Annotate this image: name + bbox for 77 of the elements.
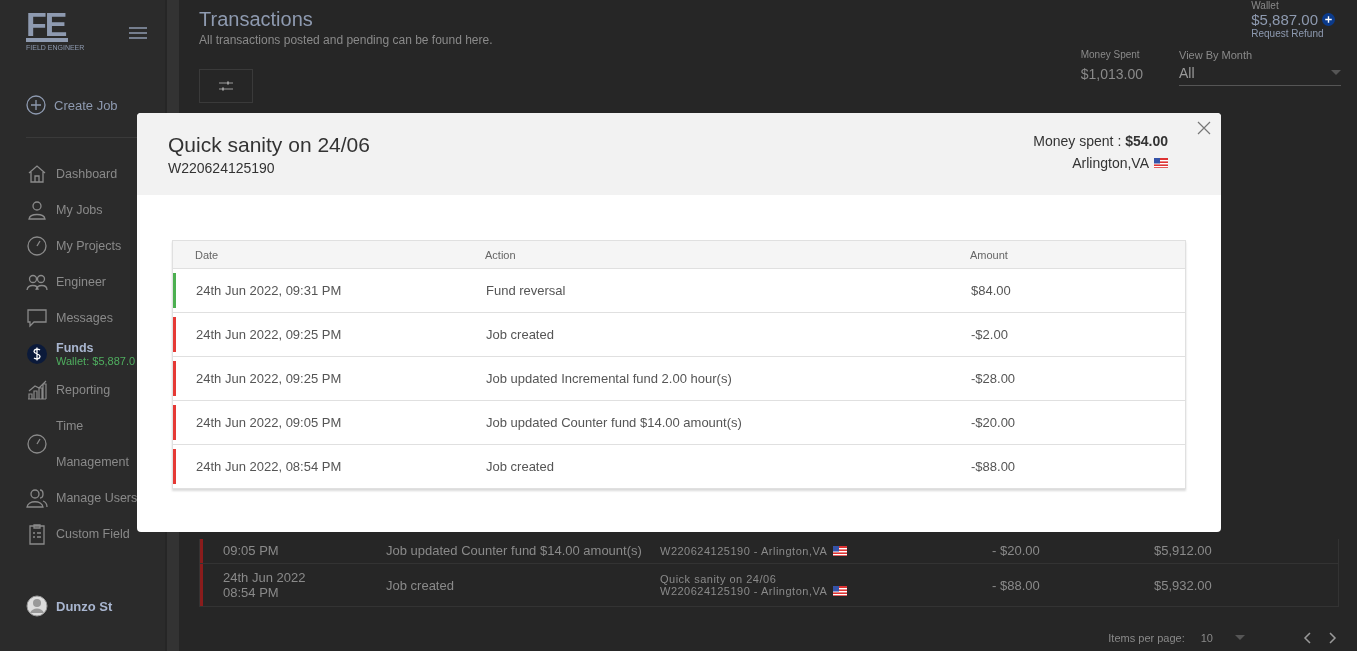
balance-text: $5,932.00 bbox=[1154, 577, 1213, 593]
house-icon bbox=[26, 163, 48, 185]
avatar-icon bbox=[26, 595, 48, 617]
action-cell-text: Job updated Incremental fund 2.00 hour(s) bbox=[485, 371, 733, 386]
nav-item[interactable]: Time Management bbox=[26, 408, 165, 480]
flag-icon bbox=[833, 586, 848, 596]
amount-cell-text: -$88.00 bbox=[970, 459, 1017, 474]
job-id: W220624125190 bbox=[168, 160, 276, 176]
clock-icon bbox=[26, 433, 48, 455]
action-text: Job created bbox=[386, 577, 455, 593]
date-text: 08:54 PM bbox=[223, 585, 280, 600]
job-text: Quick sanity on 24/06 bbox=[660, 573, 778, 585]
column-header: Action bbox=[484, 248, 517, 261]
amount-cell-text: -$28.00 bbox=[970, 371, 1017, 386]
action-cell-text: Fund reversal bbox=[485, 283, 567, 298]
page-title: Transactions bbox=[199, 8, 314, 31]
page-size-dropdown[interactable]: 10 bbox=[1194, 631, 1251, 645]
date-cell-text: 24th Jun 2022, 09:31 PM bbox=[195, 283, 343, 298]
date-cell-text: 24th Jun 2022, 09:05 PM bbox=[195, 415, 343, 430]
flag-icon bbox=[1154, 158, 1168, 168]
plus-circle-icon bbox=[26, 95, 46, 115]
sliders-icon bbox=[219, 80, 233, 92]
amount-text: - $20.00 bbox=[992, 543, 1041, 558]
user-name[interactable]: Dunzo St bbox=[56, 598, 113, 614]
flag-icon bbox=[833, 545, 848, 556]
items-per-page-label: Items per page: bbox=[1108, 632, 1185, 644]
money-spent-label: Money Spent bbox=[1080, 49, 1141, 60]
wallet-balance: Wallet: $5,887.0 bbox=[56, 355, 136, 367]
month-dropdown[interactable]: View By Month All bbox=[1179, 49, 1341, 86]
column-header: Amount bbox=[969, 248, 1009, 261]
clock-icon bbox=[26, 235, 48, 257]
nav-item[interactable]: My Jobs bbox=[26, 192, 165, 228]
action-cell-text: Job created bbox=[485, 327, 555, 342]
menu-icon[interactable] bbox=[129, 26, 147, 40]
amount-text: - $88.00 bbox=[992, 577, 1041, 593]
page-subtitle: All transactions posted and pending can be found here. bbox=[199, 33, 493, 47]
users-icon bbox=[26, 487, 48, 509]
money-spent-value: $1,013.00 bbox=[1080, 66, 1143, 82]
amount-cell-text: $84.00 bbox=[970, 283, 1012, 298]
nav-item[interactable]: Messages bbox=[26, 300, 165, 336]
balance-text: $5,912.00 bbox=[1154, 543, 1213, 558]
caret-icon bbox=[1331, 70, 1341, 76]
nav-item[interactable]: Custom Field bbox=[26, 516, 165, 552]
amount-cell-text: -$20.00 bbox=[970, 415, 1017, 430]
date-text: 24th Jun 2022 bbox=[223, 570, 307, 585]
job-text: W220624125190 - Arlington,VA bbox=[660, 585, 828, 597]
create-job-button[interactable]: Create Job bbox=[26, 95, 165, 115]
job-text: W220624125190 - Arlington,VA bbox=[660, 544, 828, 557]
nav-item[interactable]: Engineer bbox=[26, 264, 165, 300]
location-text: Arlington,VA bbox=[1072, 155, 1149, 171]
date-cell-text: 24th Jun 2022, 08:54 PM bbox=[195, 459, 343, 474]
caret-icon bbox=[1235, 635, 1245, 641]
nav-item[interactable]: Dashboard bbox=[26, 156, 165, 192]
date-text: 09:05 PM bbox=[223, 543, 280, 558]
request-refund-link[interactable]: Request Refund bbox=[1251, 28, 1324, 39]
nav-item[interactable]: Manage Users bbox=[26, 480, 165, 516]
nav-item[interactable]: My Projects bbox=[26, 228, 165, 264]
date-cell-text: 24th Jun 2022, 09:25 PM bbox=[195, 371, 343, 386]
wallet-amount: $5,887.00 bbox=[1251, 11, 1318, 28]
money-spent-text: Money spent : $54.00 bbox=[1033, 133, 1168, 149]
add-funds-icon[interactable] bbox=[1322, 13, 1335, 26]
column-header: Date bbox=[194, 248, 220, 261]
dialog-title: Quick sanity on 24/06 bbox=[168, 133, 370, 157]
dollar-icon bbox=[26, 343, 48, 365]
person-icon bbox=[26, 199, 48, 221]
action-cell-text: Job created bbox=[485, 459, 555, 474]
filter-button[interactable] bbox=[199, 69, 253, 103]
close-button[interactable] bbox=[1197, 121, 1211, 135]
action-text: Job updated Counter fund $14.00 amount(s) bbox=[386, 543, 643, 558]
clipboard-icon bbox=[26, 523, 48, 545]
action-cell-text: Job updated Counter fund $14.00 amount(s) bbox=[485, 415, 743, 430]
date-cell-text: 24th Jun 2022, 09:25 PM bbox=[195, 327, 343, 342]
chart-icon bbox=[26, 379, 48, 401]
amount-cell-text: -$2.00 bbox=[970, 327, 1009, 342]
nav-item[interactable]: Reporting bbox=[26, 372, 165, 408]
wallet-label: Wallet bbox=[1251, 0, 1279, 11]
chat-icon bbox=[26, 307, 48, 329]
